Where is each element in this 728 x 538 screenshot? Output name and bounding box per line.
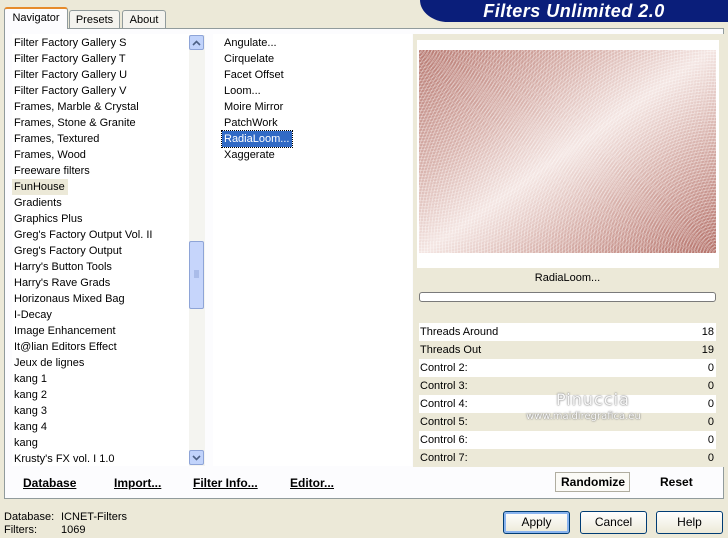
param-row[interactable]: Control 7: 0 (419, 449, 716, 467)
watermark-url: www.maidiregrafica.eu (526, 411, 641, 422)
category-item[interactable]: kang (12, 435, 41, 451)
scroll-down-button[interactable] (189, 450, 204, 465)
category-list[interactable]: Filter Factory Gallery S Filter Factory G… (12, 34, 205, 466)
param-value[interactable]: 0 (708, 431, 714, 449)
reset-button[interactable]: Reset (660, 475, 693, 489)
param-name: Control 5: (420, 416, 468, 428)
category-item[interactable]: kang 1 (12, 371, 50, 387)
category-item[interactable]: I-Decay (12, 307, 55, 323)
param-value[interactable]: 18 (702, 323, 714, 341)
param-row[interactable]: Control 6: 0 (419, 431, 716, 449)
filter-item[interactable]: Loom... (222, 83, 264, 99)
filters-count-label: Filters: (4, 524, 37, 536)
category-item[interactable]: Filter Factory Gallery T (12, 51, 129, 67)
category-item[interactable]: Filter Factory Gallery V (12, 83, 129, 99)
filter-item[interactable]: Angulate... (222, 35, 280, 51)
category-item[interactable]: Image Enhancement (12, 323, 119, 339)
category-item[interactable]: Greg's Factory Output Vol. II (12, 227, 155, 243)
category-item[interactable]: Harry's Rave Grads (12, 275, 113, 291)
param-name: Control 2: (420, 362, 468, 374)
filter-item[interactable]: PatchWork (222, 115, 281, 131)
randomize-button[interactable]: Randomize (561, 475, 625, 489)
chevron-up-icon (192, 39, 201, 46)
category-item[interactable]: Frames, Wood (12, 147, 89, 163)
param-value[interactable]: 0 (708, 377, 714, 395)
category-item[interactable]: FunHouse (12, 179, 68, 195)
tab-about[interactable]: About (122, 10, 166, 28)
param-row[interactable]: Threads Out 19 (419, 341, 716, 359)
filters-count-value: 1069 (61, 524, 86, 536)
param-row[interactable]: Threads Around 18 (419, 323, 716, 341)
category-item[interactable]: Greg's Factory Output (12, 243, 125, 259)
import-button[interactable]: Import... (114, 474, 161, 492)
category-item[interactable]: kang 3 (12, 403, 50, 419)
param-value[interactable]: 19 (702, 341, 714, 359)
param-value[interactable]: 0 (708, 395, 714, 413)
category-item[interactable]: kang 2 (12, 387, 50, 403)
category-item[interactable]: Frames, Marble & Crystal (12, 99, 142, 115)
filter-item[interactable]: Cirquelate (222, 51, 277, 67)
apply-button[interactable]: Apply (503, 511, 570, 534)
title-banner: Filters Unlimited 2.0 (420, 0, 728, 22)
filter-item[interactable]: Facet Offset (222, 67, 287, 83)
param-value[interactable]: 0 (708, 413, 714, 431)
database-value: ICNET-Filters (61, 511, 127, 523)
tab-presets[interactable]: Presets (69, 10, 120, 28)
filter-info-button[interactable]: Filter Info... (193, 474, 258, 492)
filter-item[interactable]: RadiaLoom... (220, 130, 294, 148)
preview-filter-name: RadiaLoom... (534, 272, 601, 284)
cancel-button[interactable]: Cancel (580, 511, 647, 534)
category-item[interactable]: Filter Factory Gallery U (12, 67, 130, 83)
param-name: Threads Around (420, 326, 499, 338)
category-item[interactable]: Graphics Plus (12, 211, 85, 227)
scroll-thumb[interactable] (189, 241, 204, 309)
category-item[interactable]: Harry's Button Tools (12, 259, 115, 275)
watermark-name: Pinuccia (556, 390, 630, 409)
category-item[interactable]: Filter Factory Gallery S (12, 35, 129, 51)
filter-preview-image (419, 50, 716, 253)
param-value[interactable]: 0 (708, 359, 714, 377)
category-scrollbar[interactable] (189, 35, 205, 466)
grip-icon (194, 270, 199, 278)
category-item[interactable]: Frames, Textured (12, 131, 102, 147)
param-name: Control 6: (420, 434, 468, 446)
filter-item[interactable]: Moire Mirror (222, 99, 286, 115)
param-name: Threads Out (420, 344, 482, 356)
category-item[interactable]: Frames, Stone & Granite (12, 115, 139, 131)
category-item[interactable]: Jeux de lignes (12, 355, 87, 371)
progress-bar (419, 292, 716, 302)
database-label: Database: (4, 511, 55, 523)
help-button[interactable]: Help (656, 511, 723, 534)
chevron-down-icon (192, 454, 201, 461)
tab-navigator[interactable]: Navigator (4, 7, 68, 29)
banner-title: Filters Unlimited 2.0 (483, 1, 665, 21)
scroll-up-button[interactable] (189, 35, 204, 50)
category-item[interactable]: Gradients (12, 195, 65, 211)
filter-list[interactable]: Angulate... Cirquelate Facet Offset Loom...… (213, 34, 412, 466)
category-item[interactable]: Freeware filters (12, 163, 93, 179)
param-value[interactable]: 0 (708, 449, 714, 467)
category-item[interactable]: Krusty's FX vol. I 1.0 (12, 451, 118, 467)
param-row[interactable]: Control 2: 0 (419, 359, 716, 377)
param-name: Control 3: (420, 380, 468, 392)
filter-item[interactable]: Xaggerate (222, 147, 278, 163)
category-item[interactable]: It@lian Editors Effect (12, 339, 120, 355)
param-name: Control 4: (420, 398, 468, 410)
database-button[interactable]: Database (23, 474, 76, 492)
editor-button[interactable]: Editor... (290, 474, 334, 492)
param-name: Control 7: (420, 452, 468, 464)
category-item[interactable]: Horizonaus Mixed Bag (12, 291, 128, 307)
category-item[interactable]: kang 4 (12, 419, 50, 435)
